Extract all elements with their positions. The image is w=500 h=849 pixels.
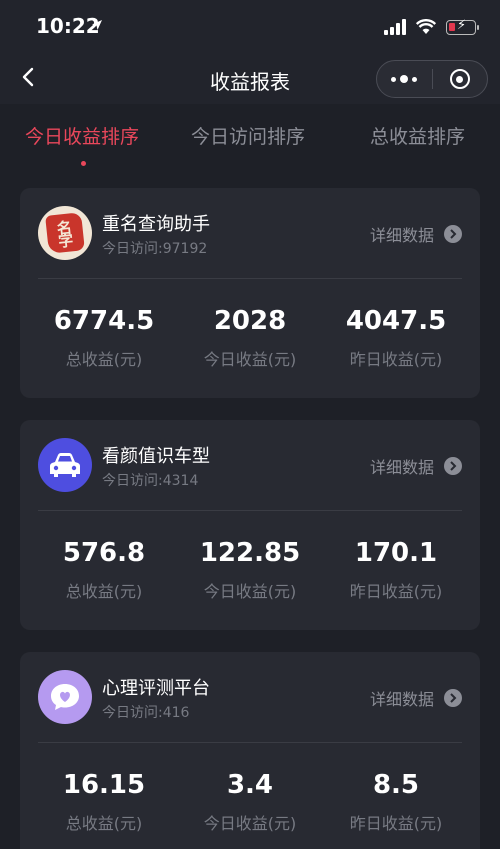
more-dots-icon <box>391 75 418 83</box>
signal-icon <box>384 19 406 35</box>
stat-value: 576.8 <box>62 538 146 568</box>
stat-label: 总收益(元) <box>65 582 143 601</box>
app-card: 名字 重名查询助手 今日访问:97192 详细数据 6774.5 总收益(元) … <box>20 188 480 398</box>
divider <box>38 742 462 743</box>
app-card: 心理评测平台 今日访问:416 详细数据 16.15 总收益(元) 3.4 今日… <box>20 652 480 849</box>
detail-data-link[interactable]: 详细数据 <box>370 686 462 710</box>
stat-value: 4047.5 <box>345 306 447 336</box>
battery-icon: ⚡ <box>446 18 479 35</box>
stat-value: 16.15 <box>62 770 146 800</box>
tab-today-revenue[interactable]: 今日收益排序 <box>25 122 139 149</box>
today-visits: 今日访问:4314 <box>102 473 199 489</box>
stat-value: 122.85 <box>199 538 301 568</box>
today-visits: 今日访问:97192 <box>102 241 208 257</box>
stat-value: 2028 <box>213 306 287 336</box>
stat-label: 昨日收益(元) <box>349 350 443 369</box>
stat-today-revenue: 122.85 今日收益(元) <box>180 536 320 602</box>
stat-total-revenue: 576.8 总收益(元) <box>34 536 174 602</box>
detail-data-label: 详细数据 <box>369 690 434 709</box>
chevron-right-icon <box>444 225 462 243</box>
stat-yesterday-revenue: 4047.5 昨日收益(元) <box>326 304 466 370</box>
status-bar: 10:22 ⚡ <box>0 0 500 54</box>
stat-label: 总收益(元) <box>65 350 143 369</box>
mini-program-capsule <box>376 60 488 98</box>
more-button[interactable] <box>377 61 432 97</box>
location-arrow-icon <box>92 20 102 30</box>
tab-total-revenue[interactable]: 总收益排序 <box>370 122 465 149</box>
stat-label: 昨日收益(元) <box>349 814 443 833</box>
name-seal-icon: 名字 <box>38 206 92 260</box>
stat-value: 170.1 <box>354 538 438 568</box>
active-tab-indicator <box>81 161 86 166</box>
car-icon <box>38 438 92 492</box>
chevron-right-icon <box>444 689 462 707</box>
stat-value: 3.4 <box>226 770 274 800</box>
detail-data-link[interactable]: 详细数据 <box>370 454 462 478</box>
stat-value: 6774.5 <box>53 306 155 336</box>
stat-value: 8.5 <box>372 770 420 800</box>
detail-data-label: 详细数据 <box>369 226 434 245</box>
target-circle-icon <box>449 69 470 89</box>
today-visits: 今日访问:416 <box>102 705 190 721</box>
status-indicators: ⚡ <box>384 16 479 38</box>
stat-yesterday-revenue: 170.1 昨日收益(元) <box>326 536 466 602</box>
tab-today-visits[interactable]: 今日访问排序 <box>191 122 305 149</box>
stat-label: 总收益(元) <box>65 814 143 833</box>
stat-today-revenue: 3.4 今日收益(元) <box>180 768 320 834</box>
stat-label: 今日收益(元) <box>203 814 297 833</box>
nav-bar: 收益报表 <box>0 54 500 104</box>
detail-data-link[interactable]: 详细数据 <box>370 222 462 246</box>
sort-tabs: 今日收益排序 今日访问排序 总收益排序 <box>0 104 500 170</box>
stat-total-revenue: 6774.5 总收益(元) <box>34 304 174 370</box>
app-card: 看颜值识车型 今日访问:4314 详细数据 576.8 总收益(元) 122.8… <box>20 420 480 630</box>
close-mini-program-button[interactable] <box>433 61 488 97</box>
app-name: 心理评测平台 <box>102 678 210 699</box>
divider <box>38 510 462 511</box>
stat-today-revenue: 2028 今日收益(元) <box>180 304 320 370</box>
detail-data-label: 详细数据 <box>369 458 434 477</box>
stat-yesterday-revenue: 8.5 昨日收益(元) <box>326 768 466 834</box>
app-name: 看颜值识车型 <box>102 446 210 467</box>
stat-total-revenue: 16.15 总收益(元) <box>34 768 174 834</box>
stat-label: 今日收益(元) <box>203 582 297 601</box>
app-name: 重名查询助手 <box>102 214 210 235</box>
wifi-icon <box>416 19 436 34</box>
chevron-right-icon <box>444 457 462 475</box>
stat-label: 昨日收益(元) <box>349 582 443 601</box>
heart-chat-icon <box>38 670 92 724</box>
divider <box>38 278 462 279</box>
stat-label: 今日收益(元) <box>203 350 297 369</box>
